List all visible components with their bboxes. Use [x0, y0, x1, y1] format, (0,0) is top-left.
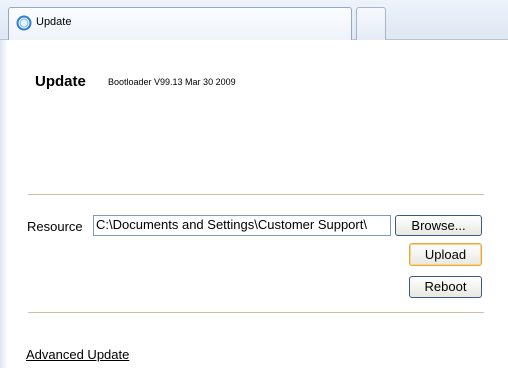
reboot-button[interactable]: Reboot: [409, 276, 482, 298]
window-left-edge: [0, 40, 8, 368]
advanced-update-link[interactable]: Advanced Update: [26, 347, 129, 362]
tab-label: Update: [36, 16, 72, 28]
globe-icon: [16, 15, 32, 31]
resource-path-input[interactable]: C:\Documents and Settings\Customer Suppo…: [93, 215, 391, 236]
browse-button[interactable]: Browse...: [395, 215, 482, 236]
upload-button[interactable]: Upload: [409, 243, 482, 266]
resource-label: Resource: [27, 219, 83, 234]
tab-update[interactable]: Update: [8, 7, 352, 40]
new-tab-button[interactable]: [356, 7, 386, 40]
bootloader-version: Bootloader V99.13 Mar 30 2009: [108, 77, 236, 87]
page-title: Update: [35, 73, 86, 90]
divider-top: [28, 194, 484, 195]
tab-strip: Update: [0, 0, 508, 40]
divider-bottom: [28, 312, 484, 313]
page-content: Update Bootloader V99.13 Mar 30 2009 Res…: [0, 40, 508, 368]
